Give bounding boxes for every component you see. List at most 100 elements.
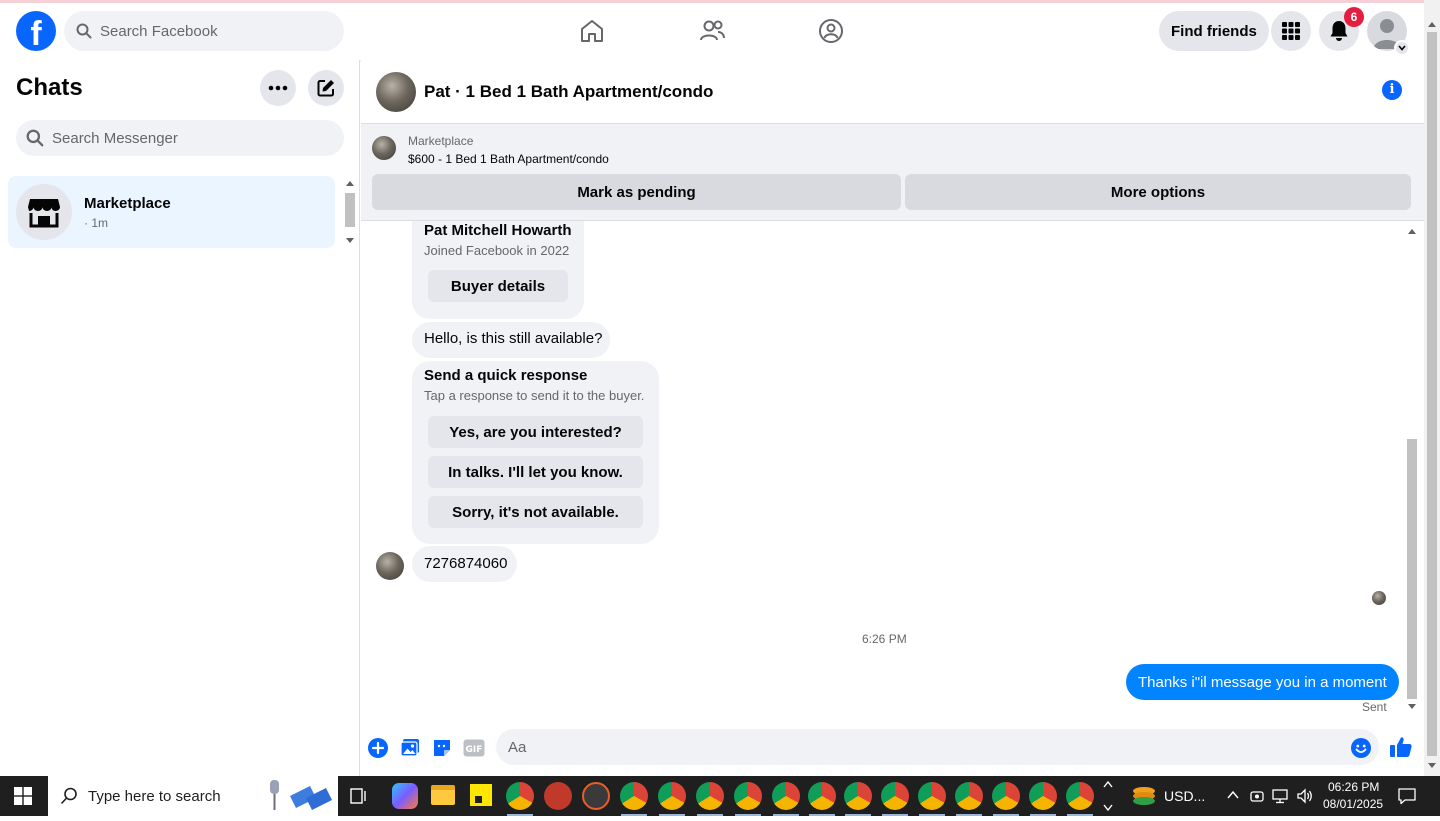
task-view-icon[interactable] xyxy=(350,788,368,809)
listing-title[interactable]: $600 - 1 Bed 1 Bath Apartment/condo xyxy=(408,152,609,166)
messenger-search-placeholder: Search Messenger xyxy=(52,129,178,147)
contact-avatar[interactable] xyxy=(376,71,416,112)
sender-avatar[interactable] xyxy=(376,552,404,580)
chrome-profile-icon[interactable] xyxy=(772,782,800,816)
chrome-profile-icon[interactable] xyxy=(844,782,872,816)
quick-response-option[interactable]: Yes, are you interested? xyxy=(428,416,643,448)
incoming-message-text: Hello, is this still available? xyxy=(424,330,603,347)
message-status: Sent xyxy=(1362,700,1387,714)
chats-options-button[interactable] xyxy=(260,70,296,106)
chrome-profile-icon[interactable] xyxy=(734,782,762,816)
chrome-profile-icon[interactable] xyxy=(1029,782,1057,816)
satellite-app-icon[interactable] xyxy=(544,782,572,810)
currency-stack-icon[interactable] xyxy=(1131,785,1157,807)
page-scrollbar[interactable] xyxy=(1424,0,1440,776)
outgoing-message-bubble: Thanks i"il message you in a moment xyxy=(1126,664,1399,700)
copilot-icon[interactable] xyxy=(392,783,418,809)
quick-response-option[interactable]: In talks. I'll let you know. xyxy=(428,456,643,488)
chats-title: Chats xyxy=(16,74,83,101)
search-highlight-illustration-icon xyxy=(270,780,332,810)
chrome-profile-icon[interactable] xyxy=(658,782,686,816)
chat-time: · 1m xyxy=(84,215,108,230)
taskbar-overflow-chevrons-icon[interactable] xyxy=(1100,776,1116,816)
search-icon xyxy=(76,23,92,39)
search-icon xyxy=(26,129,44,147)
sticker-icon[interactable] xyxy=(431,737,453,759)
info-icon[interactable]: i xyxy=(1382,80,1402,100)
menu-grid-button[interactable] xyxy=(1271,11,1311,51)
chrome-profile-icon[interactable] xyxy=(808,782,836,816)
account-chevron-down-icon[interactable] xyxy=(1394,40,1410,56)
conversation-scrollbar[interactable] xyxy=(1404,221,1420,716)
taskbar-search-input[interactable]: Type here to search xyxy=(48,776,338,816)
top-navigation-bar: f Search Facebook Find friends 6 xyxy=(0,0,1424,60)
volume-icon[interactable] xyxy=(1296,788,1314,809)
chat-name: Marketplace xyxy=(84,194,171,212)
svg-text:GIF: GIF xyxy=(466,745,483,755)
taskbar-search-placeholder: Type here to search xyxy=(88,787,221,805)
marketplace-listing-bar: Marketplace $600 - 1 Bed 1 Bath Apartmen… xyxy=(361,124,1424,221)
quick-response-title: Send a quick response xyxy=(424,367,588,384)
buyer-joined: Joined Facebook in 2022 xyxy=(424,243,570,258)
incoming-message-text: 7276874060 xyxy=(424,555,508,572)
chrome-profile-icon[interactable] xyxy=(620,782,648,816)
listing-thumbnail[interactable] xyxy=(372,136,396,160)
chat-avatar xyxy=(16,184,72,240)
facebook-search-input[interactable]: Search Facebook xyxy=(64,11,344,51)
grid-icon xyxy=(1282,22,1300,40)
chat-list-scrollbar[interactable] xyxy=(343,176,357,248)
chrome-profile-icon[interactable] xyxy=(506,782,534,816)
listing-source-label: Marketplace xyxy=(408,134,474,148)
show-hidden-icons-chevron-up-icon[interactable] xyxy=(1226,788,1240,807)
chrome-profile-icon[interactable] xyxy=(955,782,983,816)
meet-now-icon[interactable] xyxy=(1249,788,1265,809)
conversation-title[interactable]: Pat · 1 Bed 1 Bath Apartment/condo xyxy=(424,82,713,102)
home-icon[interactable] xyxy=(576,15,608,47)
message-composer: GIF Aa xyxy=(361,721,1424,776)
facebook-logo[interactable]: f xyxy=(16,11,56,51)
new-message-button[interactable] xyxy=(308,70,344,106)
more-horizontal-icon xyxy=(268,85,288,91)
conversation-panel: Pat · 1 Bed 1 Bath Apartment/condo i Mar… xyxy=(361,60,1424,776)
groups-icon[interactable] xyxy=(815,15,847,47)
notification-center-icon[interactable] xyxy=(1397,787,1417,810)
windows-taskbar: Type here to search USD... 06:26 PM 08/0… xyxy=(0,776,1440,816)
quick-response-option[interactable]: Sorry, it's not available. xyxy=(428,496,643,528)
read-receipt-avatar xyxy=(1372,591,1386,605)
conversation-header: Pat · 1 Bed 1 Bath Apartment/condo i xyxy=(361,60,1424,124)
compose-icon xyxy=(317,80,334,97)
currency-widget-text[interactable]: USD... xyxy=(1164,788,1205,804)
mark-as-pending-button[interactable]: Mark as pending xyxy=(372,174,901,210)
clock-time[interactable]: 06:26 PM xyxy=(1328,780,1379,794)
file-explorer-icon[interactable] xyxy=(431,785,455,805)
messenger-search-input[interactable]: Search Messenger xyxy=(16,120,344,156)
chrome-profile-icon[interactable] xyxy=(696,782,724,816)
message-timestamp: 6:26 PM xyxy=(862,632,907,646)
gif-icon[interactable]: GIF xyxy=(463,737,485,759)
photo-icon[interactable] xyxy=(399,737,421,759)
storefront-icon xyxy=(28,199,60,228)
sticky-notes-icon[interactable] xyxy=(470,784,492,806)
chat-list-item-marketplace[interactable]: Marketplace · 1m xyxy=(8,176,335,248)
network-icon[interactable] xyxy=(1272,788,1290,809)
chrome-profile-icon[interactable] xyxy=(918,782,946,816)
chrome-profile-icon[interactable] xyxy=(881,782,909,816)
more-options-button[interactable]: More options xyxy=(905,174,1411,210)
clock-date[interactable]: 08/01/2025 xyxy=(1323,797,1383,811)
emoji-icon[interactable] xyxy=(1350,737,1372,759)
search-icon xyxy=(60,787,77,805)
chrome-profile-icon[interactable] xyxy=(1066,782,1094,816)
windows-start-icon[interactable] xyxy=(14,787,32,810)
find-friends-button[interactable]: Find friends xyxy=(1159,11,1269,51)
gauge-app-icon[interactable] xyxy=(582,782,610,810)
chrome-profile-icon[interactable] xyxy=(992,782,1020,816)
facebook-search-placeholder: Search Facebook xyxy=(100,22,218,40)
buyer-details-button[interactable]: Buyer details xyxy=(428,270,568,302)
message-thread: Pat Mitchell Howarth Joined Facebook in … xyxy=(361,221,1424,721)
quick-response-subtitle: Tap a response to send it to the buyer. xyxy=(424,388,645,403)
like-thumbs-up-icon[interactable] xyxy=(1389,735,1413,759)
friends-icon[interactable] xyxy=(696,15,728,47)
notification-count-badge: 6 xyxy=(1344,7,1364,27)
add-attachment-icon[interactable] xyxy=(367,737,389,759)
message-input[interactable]: Aa xyxy=(496,729,1379,765)
